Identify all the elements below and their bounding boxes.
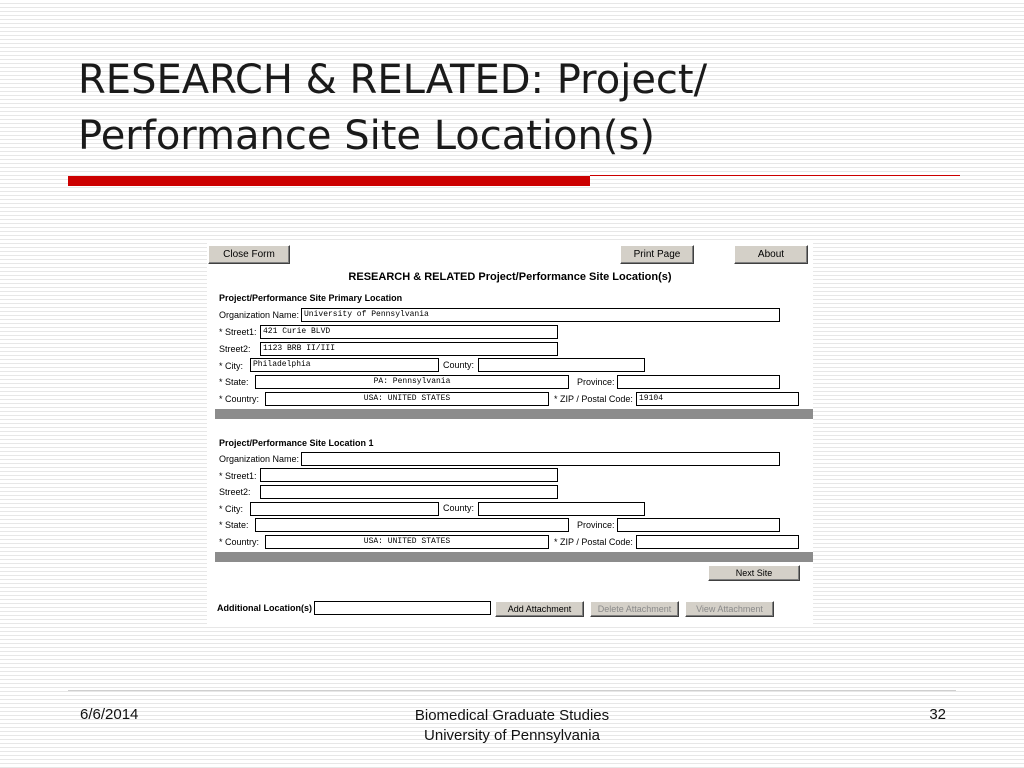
view-attachment-button[interactable]: View Attachment xyxy=(685,601,774,617)
about-button[interactable]: About xyxy=(734,245,808,264)
primary-state-select[interactable]: PA: Pennsylvania xyxy=(255,375,569,389)
form-screenshot: Close Form Print Page About RESEARCH & R… xyxy=(207,243,813,625)
add-attachment-button[interactable]: Add Attachment xyxy=(495,601,584,617)
location1-county-field[interactable] xyxy=(478,502,645,516)
title-accent-line xyxy=(590,175,960,176)
primary-street2-field[interactable]: 1123 BRB II/III xyxy=(260,342,558,356)
county-label: County: xyxy=(443,360,475,370)
title-accent-bar xyxy=(68,176,590,186)
additional-locations-label: Additional Location(s) xyxy=(217,603,312,613)
footer-divider xyxy=(68,690,956,691)
province-label: Province: xyxy=(577,377,615,387)
location1-street1-field[interactable] xyxy=(260,468,558,482)
location1-country-select[interactable]: USA: UNITED STATES xyxy=(265,535,549,549)
footer-organization: Biomedical Graduate Studies University o… xyxy=(362,706,662,746)
footer-organization-line-1: Biomedical Graduate Studies xyxy=(414,707,610,724)
city-label: * City: xyxy=(219,504,244,514)
street1-label: * Street1: xyxy=(219,471,257,481)
primary-county-field[interactable] xyxy=(478,358,645,372)
delete-attachment-button[interactable]: Delete Attachment xyxy=(590,601,679,617)
state-label: * State: xyxy=(219,377,249,387)
country-label: * Country: xyxy=(219,537,260,547)
state-label: * State: xyxy=(219,520,249,530)
location1-title: Project/Performance Site Location 1 xyxy=(219,438,374,448)
primary-org-name-field[interactable]: University of Pennsylvania xyxy=(301,308,780,322)
zip-label: * ZIP / Postal Code: xyxy=(554,394,633,404)
zip-label: * ZIP / Postal Code: xyxy=(554,537,633,547)
location1-city-field[interactable] xyxy=(250,502,439,516)
primary-country-select[interactable]: USA: UNITED STATES xyxy=(265,392,549,406)
org-name-label: Organization Name: xyxy=(219,310,300,320)
primary-zip-field[interactable]: 19104 xyxy=(636,392,799,406)
location1-zip-field[interactable] xyxy=(636,535,799,549)
street2-label: Street2: xyxy=(219,487,251,497)
page-number: 32 xyxy=(929,706,946,723)
primary-city-field[interactable]: Philadelphia xyxy=(250,358,439,372)
location1-province-field[interactable] xyxy=(617,518,780,532)
form-heading: RESEARCH & RELATED Project/Performance S… xyxy=(348,271,672,283)
footer-organization-line-2: University of Pennsylvania xyxy=(424,727,600,744)
footer-date: 6/6/2014 xyxy=(80,706,139,723)
location1-street2-field[interactable] xyxy=(260,485,558,499)
location1-org-name-field[interactable] xyxy=(301,452,780,466)
slide-title: RESEARCH & RELATED: Project/ Performance… xyxy=(78,52,978,164)
city-label: * City: xyxy=(219,361,244,371)
street2-label: Street2: xyxy=(219,344,251,354)
org-name-label: Organization Name: xyxy=(219,454,300,464)
primary-location-title: Project/Performance Site Primary Locatio… xyxy=(219,293,403,303)
province-label: Province: xyxy=(577,520,615,530)
section-divider xyxy=(215,409,813,419)
additional-locations-field[interactable] xyxy=(314,601,491,615)
location1-state-select[interactable] xyxy=(255,518,569,532)
country-label: * Country: xyxy=(219,394,260,404)
section-divider xyxy=(215,552,813,562)
slide-title-line-2: Performance Site Location(s) xyxy=(78,113,655,159)
county-label: County: xyxy=(443,503,475,513)
slide-title-line-1: RESEARCH & RELATED: Project/ xyxy=(78,57,708,103)
primary-province-field[interactable] xyxy=(617,375,780,389)
print-page-button[interactable]: Print Page xyxy=(620,245,694,264)
street1-label: * Street1: xyxy=(219,327,257,337)
close-form-button[interactable]: Close Form xyxy=(208,245,290,264)
primary-street1-field[interactable]: 421 Curie BLVD xyxy=(260,325,558,339)
next-site-button[interactable]: Next Site xyxy=(708,565,800,581)
